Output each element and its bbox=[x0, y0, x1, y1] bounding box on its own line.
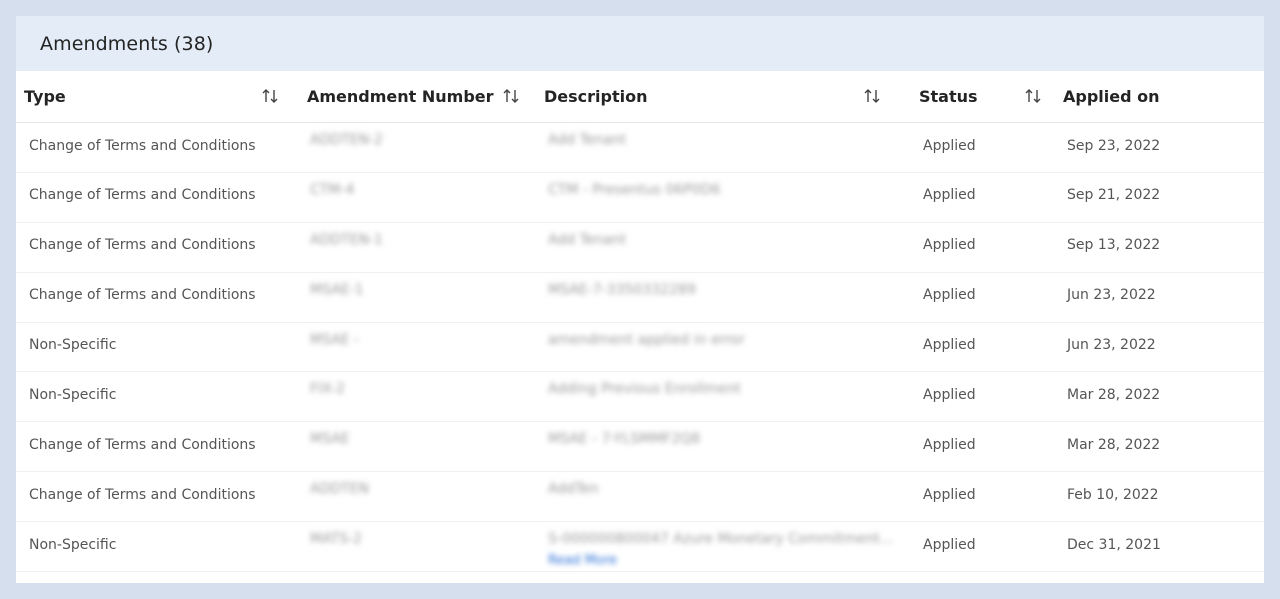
panel-header: Amendments (38) bbox=[16, 16, 1264, 71]
cell-amendment-number[interactable]: ADDTEN-1 bbox=[310, 223, 383, 268]
table-row[interactable]: Change of Terms and Conditions ADDTEN Ad… bbox=[16, 472, 1264, 523]
cell-status: Applied bbox=[923, 436, 976, 453]
cell-description: AddTen bbox=[548, 481, 599, 498]
read-more-link[interactable]: Read More bbox=[548, 553, 617, 568]
cell-status: Applied bbox=[923, 337, 976, 354]
cell-applied-on: Mar 28, 2022 bbox=[1067, 386, 1161, 403]
table-body: Change of Terms and Conditions ADDTEN-2 … bbox=[16, 123, 1264, 573]
cell-type: Change of Terms and Conditions bbox=[29, 287, 256, 304]
table-row[interactable]: Non-Specific MATS-2 S-000000800047 Azure… bbox=[16, 522, 1264, 573]
cell-status: Applied bbox=[923, 386, 976, 403]
column-header-amendment-number[interactable]: Amendment Number bbox=[307, 71, 494, 122]
column-header-applied-on[interactable]: Applied on bbox=[1063, 71, 1160, 122]
cell-description: amendment applied in error bbox=[548, 331, 745, 348]
cell-description: Adding Previous Enrollment bbox=[548, 381, 741, 398]
column-header-type[interactable]: Type bbox=[24, 71, 66, 122]
cell-description: MSAE-7-3350332289 bbox=[548, 281, 696, 298]
cell-description: Add Tenant bbox=[548, 132, 627, 148]
cell-amendment-number[interactable]: MSAE-1 bbox=[310, 273, 364, 318]
column-header-description[interactable]: Description bbox=[544, 71, 647, 122]
cell-applied-on: Feb 10, 2022 bbox=[1067, 486, 1159, 503]
cell-description: CTM - Presentus 06P0D6 bbox=[548, 181, 721, 198]
cell-applied-on: Mar 28, 2022 bbox=[1067, 436, 1161, 453]
cell-status: Applied bbox=[923, 536, 976, 553]
sort-type-icon[interactable] bbox=[261, 86, 279, 106]
description-text: S-000000800047 Azure Monetary Commitment… bbox=[548, 531, 894, 548]
cell-type: Non-Specific bbox=[29, 337, 117, 354]
sort-description-icon[interactable] bbox=[863, 86, 881, 106]
table-row[interactable]: Non-Specific FIX-2 Adding Previous Enrol… bbox=[16, 372, 1264, 423]
cell-type: Change of Terms and Conditions bbox=[29, 137, 256, 154]
cell-applied-on: Sep 23, 2022 bbox=[1067, 137, 1161, 154]
table-row[interactable]: Change of Terms and Conditions MSAE MSAE… bbox=[16, 422, 1264, 473]
cell-amendment-number[interactable]: FIX-2 bbox=[310, 372, 345, 417]
cell-status: Applied bbox=[923, 486, 976, 503]
cell-type: Change of Terms and Conditions bbox=[29, 187, 256, 204]
cell-type: Change of Terms and Conditions bbox=[29, 486, 256, 503]
cell-applied-on: Dec 31, 2021 bbox=[1067, 536, 1161, 553]
table-header: Type Amendment Number Description Status… bbox=[16, 71, 1264, 123]
amendments-panel: Amendments (38) Type Amendment Number De… bbox=[16, 16, 1264, 583]
cell-type: Change of Terms and Conditions bbox=[29, 436, 256, 453]
cell-description: Add Tenant bbox=[548, 231, 627, 248]
table-row[interactable]: Change of Terms and Conditions ADDTEN-2 … bbox=[16, 123, 1264, 173]
column-header-status[interactable]: Status bbox=[919, 71, 978, 122]
cell-status: Applied bbox=[923, 187, 976, 204]
cell-type: Non-Specific bbox=[29, 536, 117, 553]
cell-amendment-number[interactable]: ADDTEN bbox=[310, 472, 369, 517]
sort-amendment-number-icon[interactable] bbox=[502, 86, 520, 106]
cell-description: MSAE - 7-YLSMMF2Q8 bbox=[548, 431, 701, 448]
cell-type: Change of Terms and Conditions bbox=[29, 237, 256, 254]
cell-amendment-number[interactable]: ADDTEN-2 bbox=[310, 123, 383, 168]
sort-status-icon[interactable] bbox=[1024, 86, 1042, 106]
cell-amendment-number[interactable]: CTM-4 bbox=[310, 173, 354, 218]
cell-amendment-number[interactable]: MSAE bbox=[310, 422, 350, 467]
cell-applied-on: Sep 21, 2022 bbox=[1067, 187, 1161, 204]
cell-status: Applied bbox=[923, 137, 976, 154]
table-row[interactable]: Change of Terms and Conditions ADDTEN-1 … bbox=[16, 223, 1264, 273]
panel-title: Amendments (38) bbox=[40, 32, 214, 55]
cell-status: Applied bbox=[923, 237, 976, 254]
cell-status: Applied bbox=[923, 287, 976, 304]
cell-applied-on: Sep 13, 2022 bbox=[1067, 237, 1161, 254]
cell-description: S-000000800047 Azure Monetary Commitment… bbox=[548, 522, 894, 568]
cell-amendment-number[interactable]: MSAE - bbox=[310, 323, 359, 368]
cell-amendment-number[interactable]: MATS-2 bbox=[310, 522, 362, 567]
cell-applied-on: Jun 23, 2022 bbox=[1067, 337, 1156, 354]
table-row[interactable]: Non-Specific MSAE - amendment applied in… bbox=[16, 323, 1264, 373]
cell-type: Non-Specific bbox=[29, 386, 117, 403]
cell-applied-on: Jun 23, 2022 bbox=[1067, 287, 1156, 304]
table-row[interactable]: Change of Terms and Conditions CTM-4 CTM… bbox=[16, 173, 1264, 223]
table-row[interactable]: Change of Terms and Conditions MSAE-1 MS… bbox=[16, 273, 1264, 323]
